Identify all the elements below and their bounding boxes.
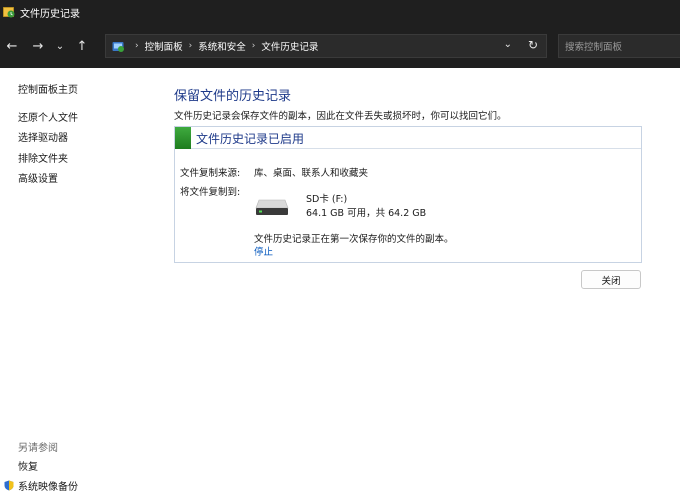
page-description: 文件历史记录会保存文件的副本，因此在文件丢失或损坏时，你可以找回它们。 xyxy=(174,111,507,122)
arrow-left-icon: ← xyxy=(6,38,18,54)
file-history-icon xyxy=(3,6,15,18)
recent-locations-button[interactable]: ⌄ xyxy=(50,34,70,58)
left-navigation: 控制面板主页 还原个人文件 选择驱动器 排除文件夹 高级设置 另请参阅 恢复 系… xyxy=(0,68,160,503)
window-title: 文件历史记录 xyxy=(20,8,80,20)
sidebar-item-restore-files[interactable]: 还原个人文件 xyxy=(18,109,78,124)
sidebar-home-link[interactable]: 控制面板主页 xyxy=(18,81,78,96)
shield-icon xyxy=(4,480,14,491)
chevron-down-icon: ⌄ xyxy=(55,40,65,52)
main-content: 保留文件的历史记录 文件历史记录会保存文件的副本，因此在文件丢失或损坏时，你可以… xyxy=(160,68,680,503)
drive-name: SD卡 (F:) xyxy=(306,194,348,205)
breadcrumb-system-security[interactable]: 系统和安全 xyxy=(198,39,246,53)
status-panel: 文件历史记录已启用 文件复制来源: 库、桌面、联系人和收藏夹 将文件复制到: S… xyxy=(174,126,642,263)
breadcrumb-separator-icon: › xyxy=(135,41,139,51)
back-button[interactable]: ← xyxy=(2,34,22,58)
source-value: 库、桌面、联系人和收藏夹 xyxy=(254,168,369,179)
status-title: 文件历史记录已启用 xyxy=(196,132,305,146)
sidebar-item-select-drive[interactable]: 选择驱动器 xyxy=(18,129,68,144)
arrow-right-icon: → xyxy=(32,38,44,54)
up-button[interactable]: ↑ xyxy=(72,34,92,58)
sidebar-item-advanced-settings[interactable]: 高级设置 xyxy=(18,170,58,185)
source-label: 文件复制来源: xyxy=(180,168,241,179)
arrow-up-icon: ↑ xyxy=(76,38,88,54)
address-bar[interactable]: › 控制面板 › 系统和安全 › 文件历史记录 ⌄ ↻ xyxy=(105,34,547,58)
refresh-icon[interactable]: ↻ xyxy=(528,38,538,52)
control-panel-icon xyxy=(112,40,125,53)
see-also-recovery-link[interactable]: 恢复 xyxy=(18,458,38,473)
title-bar: 文件历史记录 xyxy=(0,0,680,24)
forward-button[interactable]: → xyxy=(28,34,48,58)
progress-message: 文件历史记录正在第一次保存你的文件的副本。 xyxy=(254,234,454,245)
sidebar-item-exclude-folders[interactable]: 排除文件夹 xyxy=(18,150,68,165)
close-button[interactable]: 关闭 xyxy=(581,270,641,289)
see-also-heading: 另请参阅 xyxy=(18,443,58,454)
breadcrumb-separator-icon: › xyxy=(251,41,256,51)
address-history-chevron-icon[interactable]: ⌄ xyxy=(504,39,512,50)
breadcrumb-separator-icon: › xyxy=(188,41,193,51)
search-input[interactable]: 搜索控制面板 xyxy=(558,34,680,58)
see-also-system-image-label: 系统映像备份 xyxy=(18,482,78,493)
breadcrumb-control-panel[interactable]: 控制面板 xyxy=(145,39,183,53)
status-indicator xyxy=(175,127,191,149)
navigation-bar: ← → ⌄ ↑ › 控制面板 › 系统和安全 › 文件历史记录 ⌄ ↻ 搜索控制… xyxy=(0,24,680,68)
drive-icon xyxy=(255,196,289,216)
breadcrumb-file-history[interactable]: 文件历史记录 xyxy=(261,39,318,53)
page-title: 保留文件的历史记录 xyxy=(174,89,292,104)
stop-link[interactable]: 停止 xyxy=(254,244,273,258)
destination-label: 将文件复制到: xyxy=(180,187,241,198)
search-placeholder: 搜索控制面板 xyxy=(565,42,623,53)
see-also-system-image-backup[interactable]: 系统映像备份 xyxy=(4,478,78,493)
status-header: 文件历史记录已启用 xyxy=(175,127,641,149)
drive-space: 64.1 GB 可用，共 64.2 GB xyxy=(306,208,427,219)
